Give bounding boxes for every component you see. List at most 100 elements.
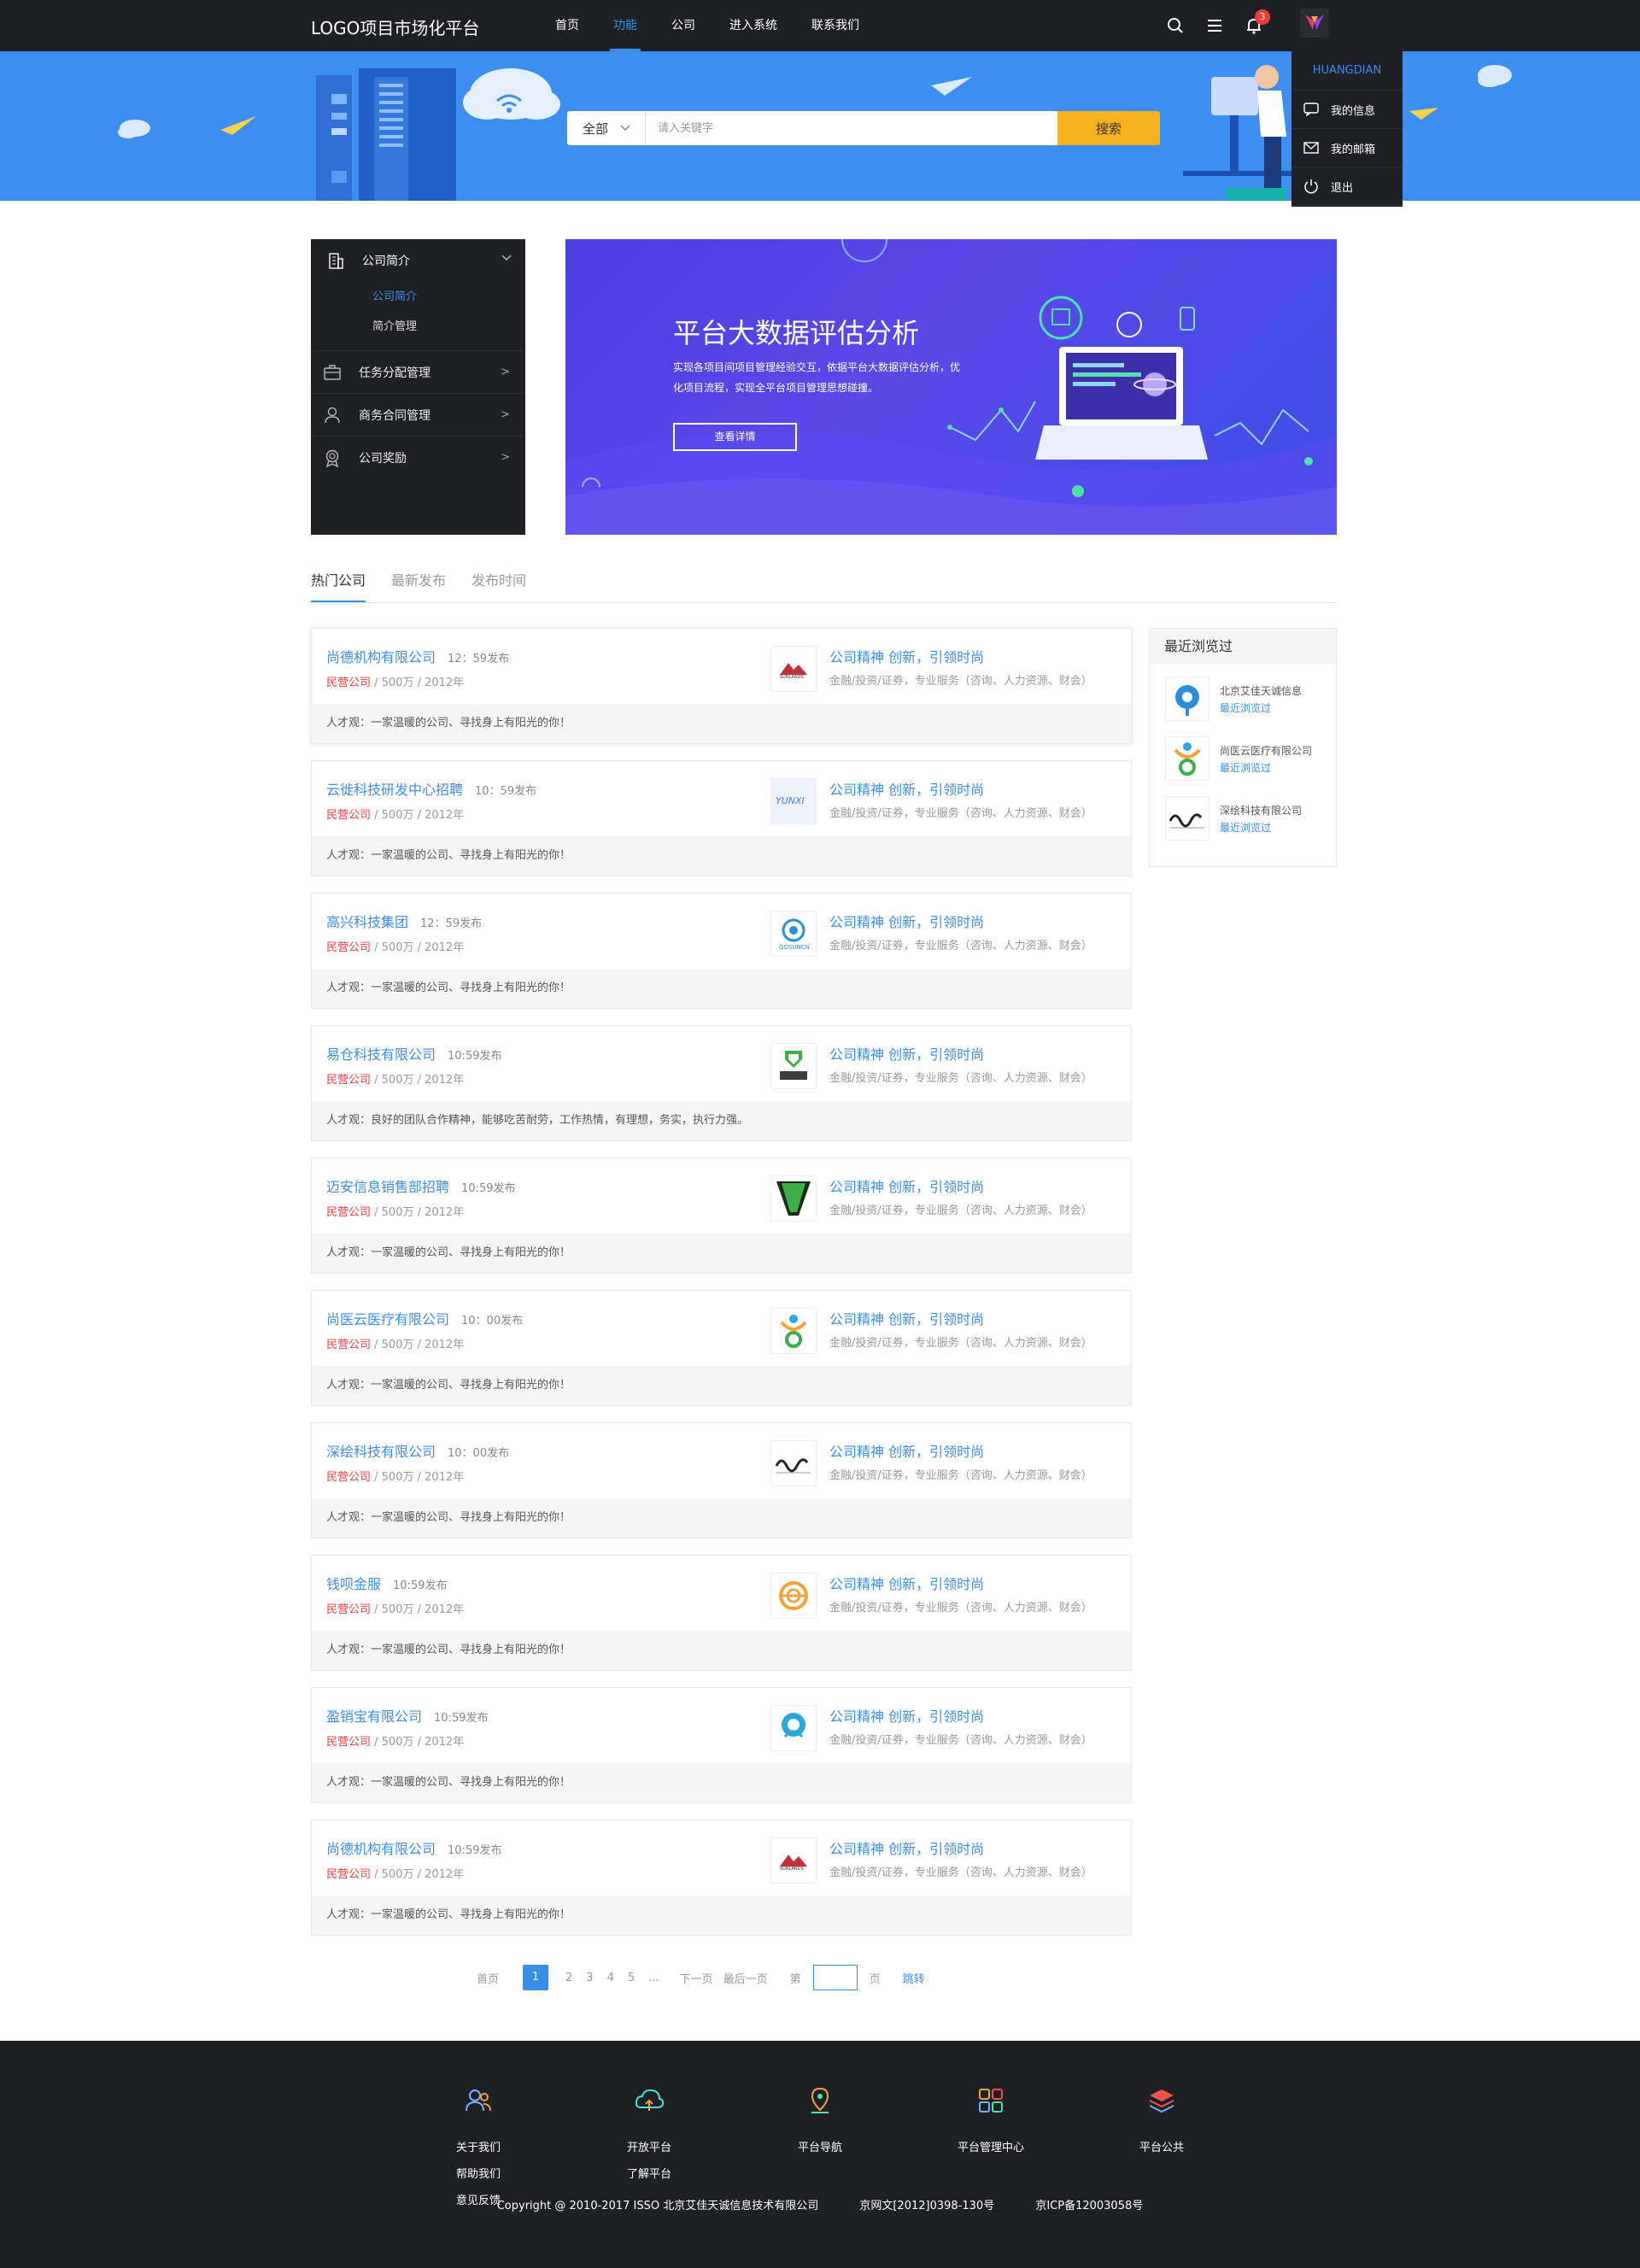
- promo-banner: 平台大数据评估分析 实现各项目间项目管理经验交互，依据平台大数据评估分析，优化项…: [565, 239, 1337, 535]
- footer-link-help[interactable]: 帮助我们: [427, 2161, 530, 2188]
- sidebar-sub-intro-manage[interactable]: 简介管理: [311, 312, 525, 342]
- icp-text: 京ICP备12003058号: [1035, 2200, 1144, 2212]
- recent-link[interactable]: 最近浏览过: [1220, 700, 1271, 715]
- company-name-link[interactable]: 迈安信息销售部招聘 10:59发布: [326, 1175, 515, 1196]
- company-talent-view: 人才观：一家温暖的公司、寻找身上有阳光的你！: [312, 704, 1131, 743]
- tab-latest[interactable]: 最新发布: [391, 571, 446, 602]
- menu-item-my-mail[interactable]: 我的邮箱: [1292, 129, 1403, 167]
- power-icon: [1304, 179, 1318, 194]
- company-meta: 民营公司 / 500万 / 2012年: [326, 941, 465, 954]
- search-button[interactable]: 搜索: [1057, 111, 1160, 145]
- yunxi-logo-icon: YUNXI: [770, 778, 817, 824]
- page-3[interactable]: 3: [586, 1972, 593, 1984]
- company-card[interactable]: 迈安信息销售部招聘 10:59发布 民营公司 / 500万 / 2012年 公司精…: [311, 1157, 1132, 1274]
- recent-company-name: 深绘科技有限公司: [1220, 805, 1303, 817]
- company-card[interactable]: 易仓科技有限公司 10:59发布 民营公司 / 500万 / 2012年 公司精神…: [311, 1025, 1132, 1141]
- company-card[interactable]: 钱呗金服 10:59发布 民营公司 / 500万 / 2012年 公司精神 创新，…: [311, 1555, 1132, 1671]
- eccang-logo-icon: [770, 1043, 817, 1089]
- company-talent-view: 人才观：一家温暖的公司、寻找身上有阳光的你！: [312, 1234, 1131, 1273]
- company-card[interactable]: 尚医云医疗有限公司 10：00发布 民营公司 / 500万 / 2012年 公司精…: [311, 1290, 1132, 1406]
- sidebar-item-reward[interactable]: 公司奖励 >: [311, 436, 525, 478]
- company-type: 民营公司: [326, 1206, 372, 1219]
- site-logo[interactable]: LOGO项目市场化平台: [311, 15, 479, 39]
- company-talent-view: 人才观：一家温暖的公司、寻找身上有阳光的你！: [312, 836, 1131, 876]
- chevron-right-icon: >: [501, 408, 510, 421]
- menu-item-my-info[interactable]: 我的信息: [1292, 91, 1403, 129]
- recent-link[interactable]: 最近浏览过: [1220, 760, 1271, 775]
- footer-link-public[interactable]: 平台公共: [1110, 2135, 1213, 2161]
- notification-badge: 3: [1255, 9, 1270, 25]
- recent-item[interactable]: 北京艾佳天诚信息 最近浏览过: [1150, 665, 1336, 724]
- recent-item[interactable]: 尚医云医疗有限公司 最近浏览过: [1150, 724, 1336, 784]
- publish-time: 10：00发布: [461, 1315, 524, 1327]
- avatar[interactable]: [1300, 9, 1329, 38]
- goto-suffix: 页: [869, 1972, 881, 1986]
- company-name-link[interactable]: 尚德机构有限公司 10:59发布: [326, 1837, 501, 1858]
- page-first[interactable]: 首页: [477, 1970, 499, 1986]
- sunlands-logo-icon: SUNLANDS: [770, 646, 817, 692]
- footer-link-open-platform[interactable]: 开放平台: [598, 2135, 700, 2161]
- publish-time: 10:59发布: [434, 1712, 489, 1725]
- page-1[interactable]: 1: [523, 1965, 549, 1990]
- jump-button[interactable]: 跳转: [903, 1970, 925, 1986]
- sidebar-sub-company-intro[interactable]: 公司简介: [311, 282, 525, 312]
- tab-publish-time[interactable]: 发布时间: [472, 571, 526, 602]
- company-card[interactable]: 盈销宝有限公司 10:59发布 民营公司 / 500万 / 2012年 公司精神 …: [311, 1687, 1132, 1803]
- company-name-link[interactable]: 高兴科技集团 12：59发布: [326, 911, 482, 931]
- bell-icon[interactable]: 3: [1245, 9, 1270, 35]
- company-card[interactable]: 云徙科技研发中心招聘 10：59发布 民营公司 / 500万 / 2012年 YU…: [311, 760, 1132, 876]
- company-list: 尚德机构有限公司 12：59发布 民营公司 / 500万 / 2012年 SUNL…: [311, 628, 1132, 1952]
- page-last[interactable]: 最后一页: [723, 1970, 768, 1986]
- publish-time: 10:59发布: [461, 1182, 516, 1195]
- nav-company[interactable]: 公司: [671, 0, 695, 51]
- dropdown-username: HUANGDIAN: [1292, 51, 1403, 91]
- copyright-text: Copyright @ 2010-2017 ISSO 北京艾佳天诚信息技术有限公…: [496, 2200, 819, 2212]
- page-5[interactable]: 5: [628, 1972, 635, 1984]
- user-avatar-box[interactable]: [1292, 0, 1403, 51]
- company-card[interactable]: 尚德机构有限公司 12：59发布 民营公司 / 500万 / 2012年 SUNL…: [311, 628, 1132, 744]
- footer-link-navigation[interactable]: 平台导航: [769, 2135, 871, 2161]
- company-type: 民营公司: [326, 1868, 372, 1881]
- recent-item[interactable]: 深绘科技有限公司 最近浏览过: [1150, 784, 1336, 844]
- footer-column-open-platform: 开放平台 了解平台: [598, 2085, 700, 2188]
- page-2[interactable]: 2: [565, 1972, 572, 1984]
- page-next[interactable]: 下一页: [680, 1970, 713, 1986]
- sidebar-item-company-intro[interactable]: 公司简介: [311, 239, 525, 282]
- menu-icon[interactable]: [1205, 16, 1224, 35]
- company-card[interactable]: 尚德机构有限公司 10:59发布 民营公司 / 500万 / 2012年 SUNL…: [311, 1820, 1132, 1936]
- view-details-button[interactable]: 查看详情: [673, 423, 797, 451]
- company-type: 民营公司: [326, 809, 372, 822]
- company-card[interactable]: 深绘科技有限公司 10：00发布 民营公司 / 500万 / 2012年 公司精神…: [311, 1422, 1132, 1538]
- menu-item-logout[interactable]: 退出: [1292, 167, 1403, 206]
- company-name-link[interactable]: 钱呗金服 10:59发布: [326, 1573, 447, 1593]
- footer-link-management[interactable]: 平台管理中心: [940, 2135, 1042, 2161]
- company-name-link[interactable]: 尚德机构有限公司 12：59发布: [326, 646, 509, 666]
- sidebar-item-label: 公司简介: [362, 255, 410, 268]
- nav-home[interactable]: 首页: [555, 0, 579, 51]
- publish-time: 12：59发布: [448, 653, 510, 665]
- sunlands-logo-icon: SUNLANDS: [770, 1837, 817, 1884]
- sidebar-item-task-assign[interactable]: 任务分配管理 >: [311, 350, 525, 393]
- nav-features[interactable]: 功能: [610, 0, 641, 51]
- search-input[interactable]: [646, 111, 1057, 145]
- page-4[interactable]: 4: [607, 1972, 614, 1984]
- sidebar-item-contract[interactable]: 商务合同管理 >: [311, 393, 525, 436]
- footer-link-about[interactable]: 关于我们: [427, 2135, 530, 2161]
- company-card[interactable]: 高兴科技集团 12：59发布 民营公司 / 500万 / 2012年 GOSUNC…: [311, 893, 1132, 1009]
- company-meta: 民营公司 / 500万 / 2012年: [326, 1868, 465, 1881]
- company-name-link[interactable]: 易仓科技有限公司 10:59发布: [326, 1043, 501, 1064]
- company-type: 民营公司: [326, 1074, 372, 1087]
- company-name-link[interactable]: 盈销宝有限公司 10:59发布: [326, 1705, 488, 1726]
- search-category-select[interactable]: 全部: [567, 111, 646, 145]
- company-meta: 民营公司 / 500万 / 2012年: [326, 677, 465, 689]
- search-icon[interactable]: [1166, 16, 1185, 35]
- company-name-link[interactable]: 深绘科技有限公司 10：00发布: [326, 1440, 509, 1461]
- company-name-link[interactable]: 云徙科技研发中心招聘 10：59发布: [326, 778, 536, 799]
- goto-page-input[interactable]: [812, 1965, 858, 1990]
- footer-link-learn-platform[interactable]: 了解平台: [598, 2161, 700, 2188]
- nav-enter-system[interactable]: 进入系统: [729, 0, 777, 51]
- company-name-link[interactable]: 尚医云医疗有限公司 10：00发布: [326, 1308, 523, 1328]
- nav-contact[interactable]: 联系我们: [811, 0, 859, 51]
- recent-link[interactable]: 最近浏览过: [1220, 820, 1271, 835]
- tab-hot-companies[interactable]: 热门公司: [311, 571, 366, 602]
